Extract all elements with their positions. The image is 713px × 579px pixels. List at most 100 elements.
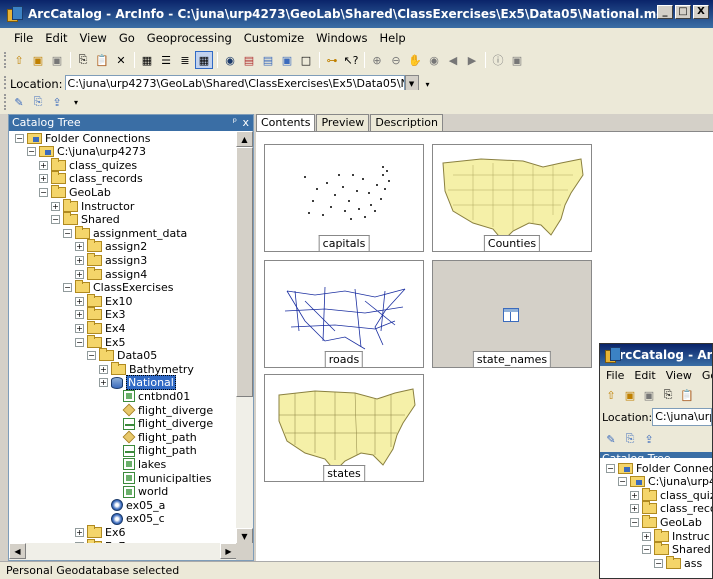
tab-description[interactable]: Description bbox=[370, 114, 443, 132]
scroll-left-icon[interactable]: ◀ bbox=[9, 543, 26, 559]
menu-go[interactable]: Go bbox=[113, 31, 141, 45]
tab-contents[interactable]: Contents bbox=[256, 114, 316, 132]
expand-icon[interactable]: + bbox=[51, 201, 60, 211]
second-menu-view[interactable]: View bbox=[666, 369, 692, 382]
details-icon[interactable]: ≣ bbox=[176, 51, 194, 69]
import-metadata-icon[interactable]: ⎘ bbox=[29, 93, 47, 111]
thumbnail-capitals[interactable]: capitals bbox=[264, 144, 424, 252]
catalog-window-icon[interactable]: □ bbox=[297, 51, 315, 69]
tree-item[interactable]: + assign4 bbox=[75, 266, 147, 281]
expand-icon[interactable]: + bbox=[630, 490, 639, 500]
search-icon[interactable]: ◉ bbox=[221, 51, 239, 69]
thumbnail-states[interactable]: states bbox=[264, 374, 424, 482]
menu-geoprocessing[interactable]: Geoprocessing bbox=[141, 31, 238, 45]
maximize-button[interactable]: □ bbox=[675, 5, 691, 19]
zoom-out-icon[interactable]: ⊖ bbox=[387, 51, 405, 69]
thumbnail-state-names[interactable]: state_names bbox=[432, 260, 592, 368]
tree-item[interactable]: + assign2 bbox=[75, 239, 147, 254]
expand-icon[interactable]: + bbox=[75, 296, 84, 306]
menu-edit[interactable]: Edit bbox=[39, 31, 73, 45]
second-export-metadata-icon[interactable]: ⇪ bbox=[640, 430, 658, 448]
tree-item[interactable]: ex05_a bbox=[99, 498, 165, 512]
thumbnail-counties[interactable]: Counties bbox=[432, 144, 592, 252]
connect-icon[interactable]: ⊶ bbox=[323, 51, 341, 69]
tree-item[interactable]: + assign3 bbox=[75, 252, 147, 267]
collapse-icon[interactable]: − bbox=[87, 351, 96, 361]
collapse-icon[interactable]: − bbox=[654, 558, 663, 568]
disconnect-folder-icon[interactable]: ▣ bbox=[48, 51, 66, 69]
list-icon[interactable]: ☰ bbox=[157, 51, 175, 69]
expand-icon[interactable]: + bbox=[75, 527, 84, 537]
tree-item[interactable]: − C:\juna\urp4273 bbox=[27, 145, 146, 159]
tree-item[interactable]: + class_records bbox=[39, 171, 143, 186]
expand-icon[interactable]: + bbox=[630, 504, 639, 514]
tree-item[interactable]: − Data05 bbox=[87, 348, 157, 363]
tree-item[interactable]: − Shared bbox=[51, 212, 120, 227]
tree-item[interactable]: flight_diverge bbox=[111, 417, 213, 431]
forward-icon[interactable]: ▶ bbox=[463, 51, 481, 69]
tree-vertical-scrollbar[interactable]: ▲ ▼ bbox=[236, 131, 253, 544]
up-one-level-icon[interactable]: ⇧ bbox=[10, 51, 28, 69]
tree-item[interactable]: + class_reco bbox=[630, 501, 712, 516]
tree-item[interactable]: municipalties bbox=[111, 471, 211, 485]
tree-item[interactable]: − Shared bbox=[642, 542, 711, 557]
tree-horizontal-scrollbar[interactable]: ◀ ▶ bbox=[9, 543, 237, 560]
tree-item[interactable]: + Ex4 bbox=[75, 320, 125, 335]
collapse-icon[interactable]: − bbox=[51, 215, 60, 225]
second-edit-metadata-icon[interactable]: ✎ bbox=[602, 430, 620, 448]
expand-icon[interactable]: + bbox=[642, 531, 651, 541]
tree-item[interactable]: − Ex5 bbox=[75, 334, 125, 349]
second-copy-icon[interactable]: ⎘ bbox=[659, 386, 677, 404]
metadata-options-icon[interactable]: ▾ bbox=[67, 93, 85, 111]
tree-item[interactable]: + National bbox=[99, 375, 176, 391]
second-paste-icon[interactable]: 📋 bbox=[678, 386, 696, 404]
collapse-icon[interactable]: − bbox=[39, 187, 48, 197]
collapse-icon[interactable]: − bbox=[618, 477, 627, 487]
expand-icon[interactable]: + bbox=[75, 269, 84, 279]
delete-icon[interactable]: ✕ bbox=[112, 51, 130, 69]
modelbuilder-icon[interactable]: ▣ bbox=[278, 51, 296, 69]
copy-icon[interactable]: ⎘ bbox=[74, 51, 92, 69]
second-up-icon[interactable]: ⇧ bbox=[602, 386, 620, 404]
thumbnail-roads[interactable]: roads bbox=[264, 260, 424, 368]
tree-item[interactable]: lakes bbox=[111, 457, 166, 471]
tree-item[interactable]: − ClassExercises bbox=[63, 280, 173, 295]
expand-icon[interactable]: + bbox=[99, 364, 108, 374]
second-window-title-bar[interactable]: ArcCatalog - Arc bbox=[600, 344, 712, 366]
second-connect-icon[interactable]: ▣ bbox=[621, 386, 639, 404]
zoom-in-icon[interactable]: ⊕ bbox=[368, 51, 386, 69]
menu-view[interactable]: View bbox=[74, 31, 113, 45]
identify-icon[interactable]: ⓘ bbox=[489, 51, 507, 69]
menu-file[interactable]: File bbox=[8, 31, 39, 45]
second-arccatalog-window[interactable]: ArcCatalog - Arc File Edit View Go ⇧ ▣ ▣… bbox=[599, 343, 713, 579]
second-menu-file[interactable]: File bbox=[606, 369, 624, 382]
collapse-icon[interactable]: − bbox=[63, 228, 72, 238]
tree-item[interactable]: flight_path bbox=[111, 430, 197, 444]
edit-metadata-icon[interactable]: ✎ bbox=[10, 93, 28, 111]
collapse-icon[interactable]: − bbox=[630, 517, 639, 527]
connect-folder-icon[interactable]: ▣ bbox=[29, 51, 47, 69]
python-window-icon[interactable]: ▤ bbox=[259, 51, 277, 69]
tree-item[interactable]: flight_path bbox=[111, 444, 197, 458]
tree-item[interactable]: + Instructor bbox=[51, 198, 134, 213]
expand-icon[interactable]: + bbox=[75, 310, 84, 320]
scroll-down-icon[interactable]: ▼ bbox=[236, 528, 253, 544]
menu-windows[interactable]: Windows bbox=[310, 31, 373, 45]
toolbar-grip[interactable] bbox=[4, 52, 7, 68]
tree-item[interactable]: world bbox=[111, 485, 168, 499]
tree-item[interactable]: − C:\juna\urp4 bbox=[618, 475, 712, 489]
large-icons-icon[interactable]: ▦ bbox=[138, 51, 156, 69]
second-menu-go[interactable]: Go bbox=[702, 369, 712, 382]
tab-preview[interactable]: Preview bbox=[316, 114, 370, 132]
close-catalog-tree-icon[interactable]: x bbox=[242, 115, 249, 131]
autohide-pin-icon[interactable]: ᵖ bbox=[233, 115, 237, 131]
create-thumbnail-icon[interactable]: ▣ bbox=[508, 51, 526, 69]
export-metadata-icon[interactable]: ⇪ bbox=[48, 93, 66, 111]
paste-icon[interactable]: 📋 bbox=[93, 51, 111, 69]
minimize-button[interactable]: _ bbox=[657, 5, 673, 19]
tree-item[interactable]: + Instruc bbox=[642, 528, 710, 543]
tree-item[interactable]: + Bathymetry bbox=[99, 361, 194, 376]
close-button[interactable]: X bbox=[693, 5, 709, 19]
metadata-toolbar-grip[interactable] bbox=[4, 94, 7, 110]
tree-item[interactable]: ex05_c bbox=[99, 512, 165, 526]
